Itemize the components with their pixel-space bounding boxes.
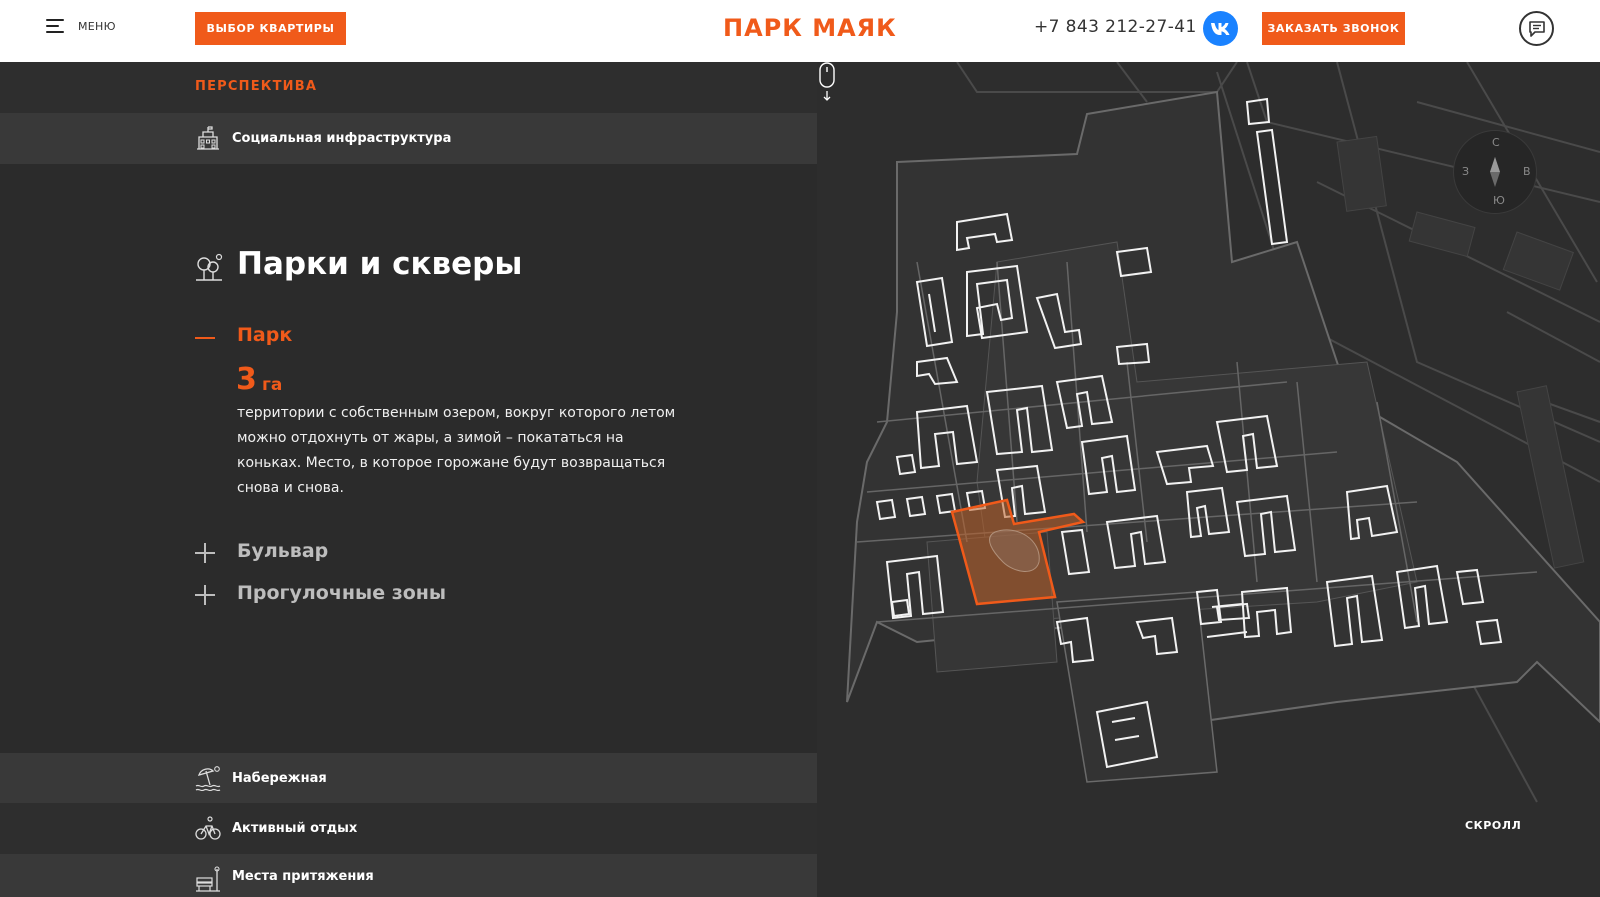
chat-icon[interactable] bbox=[1519, 11, 1554, 46]
select-apartment-button[interactable]: ВЫБОР КВАРТИРЫ bbox=[195, 12, 346, 45]
menu-label: МЕНЮ bbox=[78, 19, 116, 33]
nav-item-embankment[interactable]: Набережная bbox=[0, 753, 817, 804]
expand-plus-icon[interactable] bbox=[195, 543, 215, 563]
site-map[interactable]: С Ю З В СКРОЛЛ bbox=[817, 62, 1600, 897]
compass-south: Ю bbox=[1493, 194, 1505, 207]
nav-item-label: Места притяжения bbox=[232, 869, 374, 884]
nav-item-active-leisure[interactable]: Активный отдых bbox=[0, 803, 817, 854]
accordion-boulevard-title[interactable]: Бульвар bbox=[237, 540, 328, 562]
scroll-mouse-icon bbox=[819, 62, 835, 101]
perspective-panel: ПЕРСПЕКТИВА Социальная инфраструктура Па… bbox=[0, 62, 817, 897]
compass-west: З bbox=[1462, 165, 1470, 178]
accordion-walking-zones-title[interactable]: Прогулочные зоны bbox=[237, 582, 446, 604]
site-logo[interactable]: ПАРК МАЯК bbox=[723, 14, 897, 42]
scroll-label: СКРОЛЛ bbox=[1465, 819, 1522, 832]
compass-needle-icon bbox=[1490, 157, 1500, 187]
park-description: территории с собственным озером, вокруг … bbox=[237, 405, 676, 496]
compass: С Ю З В bbox=[1453, 130, 1537, 214]
vk-logo-icon bbox=[1210, 22, 1229, 35]
park-area-unit: га bbox=[262, 375, 283, 395]
message-icon bbox=[1528, 20, 1545, 37]
menu-button[interactable]: МЕНЮ bbox=[46, 18, 116, 34]
park-trees-icon bbox=[196, 253, 223, 281]
hamburger-icon bbox=[46, 18, 66, 34]
order-call-button[interactable]: ЗАКАЗАТЬ ЗВОНОК bbox=[1262, 12, 1405, 45]
nav-item-label: Активный отдых bbox=[232, 821, 358, 836]
vk-icon[interactable] bbox=[1203, 11, 1238, 46]
bicycle-icon bbox=[195, 816, 221, 840]
nav-item-label: Социальная инфраструктура bbox=[232, 131, 452, 146]
accordion-park-title[interactable]: Парк bbox=[237, 324, 292, 346]
collapse-dash-icon[interactable] bbox=[195, 337, 215, 339]
beach-icon bbox=[195, 766, 221, 791]
nav-item-label: Набережная bbox=[232, 771, 327, 786]
section-header: ПЕРСПЕКТИВА bbox=[0, 62, 817, 113]
page-title: Парки и скверы bbox=[237, 246, 523, 282]
site-header: МЕНЮ ВЫБОР КВАРТИРЫ ПАРК МАЯК +7 843 212… bbox=[0, 0, 1600, 62]
bench-icon bbox=[196, 866, 220, 892]
nav-item-social-infrastructure[interactable]: Социальная инфраструктура bbox=[0, 113, 817, 164]
expand-plus-icon[interactable] bbox=[195, 585, 215, 605]
section-label: ПЕРСПЕКТИВА bbox=[195, 79, 318, 94]
phone-number[interactable]: +7 843 212-27-41 bbox=[1034, 17, 1197, 37]
compass-north: С bbox=[1492, 136, 1500, 149]
park-area-value: 3 bbox=[236, 362, 257, 397]
school-building-icon bbox=[197, 126, 219, 150]
compass-east: В bbox=[1523, 165, 1531, 178]
nav-item-attractions[interactable]: Места притяжения bbox=[0, 854, 817, 897]
